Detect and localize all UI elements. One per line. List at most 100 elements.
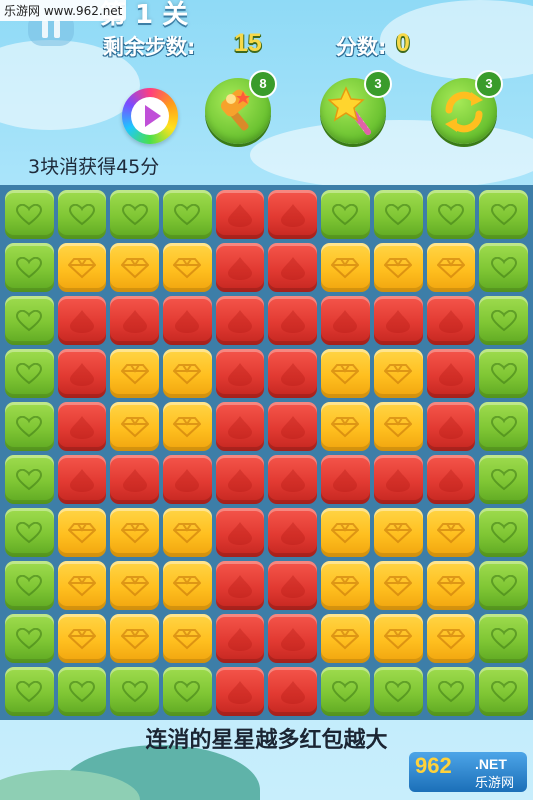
tile-heart[interactable] — [110, 190, 160, 239]
tile-heart[interactable] — [479, 402, 528, 451]
tile-drop[interactable] — [57, 455, 107, 504]
tile-diamond[interactable] — [373, 561, 423, 610]
tile-drop[interactable] — [268, 190, 318, 239]
tile-heart[interactable] — [426, 667, 476, 716]
tile-drop[interactable] — [268, 296, 318, 345]
tile-diamond[interactable] — [321, 349, 370, 398]
tile-diamond[interactable] — [57, 614, 107, 663]
tile-heart[interactable] — [479, 296, 528, 345]
tile-heart[interactable] — [5, 190, 54, 239]
tile-diamond[interactable] — [57, 561, 107, 610]
tile-drop[interactable] — [215, 190, 265, 239]
tile-diamond[interactable] — [321, 561, 370, 610]
tile-diamond[interactable] — [110, 402, 160, 451]
tile-diamond[interactable] — [321, 508, 370, 557]
tile-drop[interactable] — [215, 667, 265, 716]
tile-drop[interactable] — [215, 508, 265, 557]
tile-heart[interactable] — [321, 667, 370, 716]
tile-heart[interactable] — [5, 296, 54, 345]
tile-drop[interactable] — [268, 349, 318, 398]
tile-diamond[interactable] — [110, 614, 160, 663]
tile-heart[interactable] — [163, 667, 212, 716]
tile-diamond[interactable] — [110, 349, 160, 398]
tile-heart[interactable] — [321, 190, 370, 239]
tile-diamond[interactable] — [373, 402, 423, 451]
tile-heart[interactable] — [5, 402, 54, 451]
tile-heart[interactable] — [5, 561, 54, 610]
tool-refresh-button[interactable]: 3 — [431, 70, 503, 144]
tile-drop[interactable] — [268, 561, 318, 610]
tile-drop[interactable] — [321, 296, 370, 345]
tile-drop[interactable] — [426, 349, 476, 398]
tile-diamond[interactable] — [163, 349, 212, 398]
tile-drop[interactable] — [215, 349, 265, 398]
tile-diamond[interactable] — [373, 243, 423, 292]
tile-diamond[interactable] — [426, 614, 476, 663]
tile-heart[interactable] — [479, 349, 528, 398]
tile-heart[interactable] — [5, 455, 54, 504]
tile-diamond[interactable] — [321, 614, 370, 663]
tile-heart[interactable] — [479, 190, 528, 239]
tile-drop[interactable] — [215, 614, 265, 663]
tile-diamond[interactable] — [163, 402, 212, 451]
tile-drop[interactable] — [215, 296, 265, 345]
tile-drop[interactable] — [268, 614, 318, 663]
tool-wand-button[interactable]: 3 — [320, 70, 392, 144]
tile-heart[interactable] — [479, 243, 528, 292]
tile-drop[interactable] — [426, 455, 476, 504]
tile-diamond[interactable] — [110, 243, 160, 292]
tile-drop[interactable] — [373, 455, 423, 504]
tile-drop[interactable] — [215, 243, 265, 292]
tile-diamond[interactable] — [426, 508, 476, 557]
tile-diamond[interactable] — [373, 349, 423, 398]
tile-diamond[interactable] — [373, 508, 423, 557]
tile-diamond[interactable] — [57, 508, 107, 557]
tile-heart[interactable] — [110, 667, 160, 716]
tile-heart[interactable] — [5, 508, 54, 557]
tile-heart[interactable] — [373, 190, 423, 239]
tile-heart[interactable] — [5, 349, 54, 398]
tile-diamond[interactable] — [426, 243, 476, 292]
tile-heart[interactable] — [163, 190, 212, 239]
tile-heart[interactable] — [479, 455, 528, 504]
tile-heart[interactable] — [57, 190, 107, 239]
tile-drop[interactable] — [57, 296, 107, 345]
tile-drop[interactable] — [163, 455, 212, 504]
tile-diamond[interactable] — [426, 561, 476, 610]
video-play-button[interactable] — [122, 88, 178, 144]
tile-heart[interactable] — [479, 508, 528, 557]
tile-drop[interactable] — [215, 402, 265, 451]
tile-drop[interactable] — [163, 296, 212, 345]
tile-heart[interactable] — [373, 667, 423, 716]
tile-heart[interactable] — [426, 190, 476, 239]
tile-drop[interactable] — [57, 402, 107, 451]
tile-diamond[interactable] — [321, 243, 370, 292]
tile-drop[interactable] — [268, 508, 318, 557]
tool-hammer-button[interactable]: 8 — [205, 70, 277, 144]
tile-diamond[interactable] — [110, 561, 160, 610]
tile-heart[interactable] — [57, 667, 107, 716]
tile-drop[interactable] — [268, 455, 318, 504]
tile-drop[interactable] — [321, 455, 370, 504]
tile-drop[interactable] — [426, 402, 476, 451]
tile-heart[interactable] — [479, 614, 528, 663]
tile-drop[interactable] — [110, 296, 160, 345]
tile-diamond[interactable] — [373, 614, 423, 663]
tile-drop[interactable] — [215, 455, 265, 504]
tile-drop[interactable] — [268, 243, 318, 292]
tile-heart[interactable] — [5, 614, 54, 663]
tile-drop[interactable] — [373, 296, 423, 345]
tile-diamond[interactable] — [163, 508, 212, 557]
tile-diamond[interactable] — [321, 402, 370, 451]
tile-drop[interactable] — [215, 561, 265, 610]
tile-drop[interactable] — [268, 667, 318, 716]
tile-heart[interactable] — [5, 667, 54, 716]
tile-heart[interactable] — [5, 243, 54, 292]
tile-heart[interactable] — [479, 561, 528, 610]
tile-drop[interactable] — [57, 349, 107, 398]
tile-diamond[interactable] — [57, 243, 107, 292]
tile-heart[interactable] — [479, 667, 528, 716]
tile-drop[interactable] — [426, 296, 476, 345]
tile-diamond[interactable] — [163, 243, 212, 292]
tile-drop[interactable] — [110, 455, 160, 504]
